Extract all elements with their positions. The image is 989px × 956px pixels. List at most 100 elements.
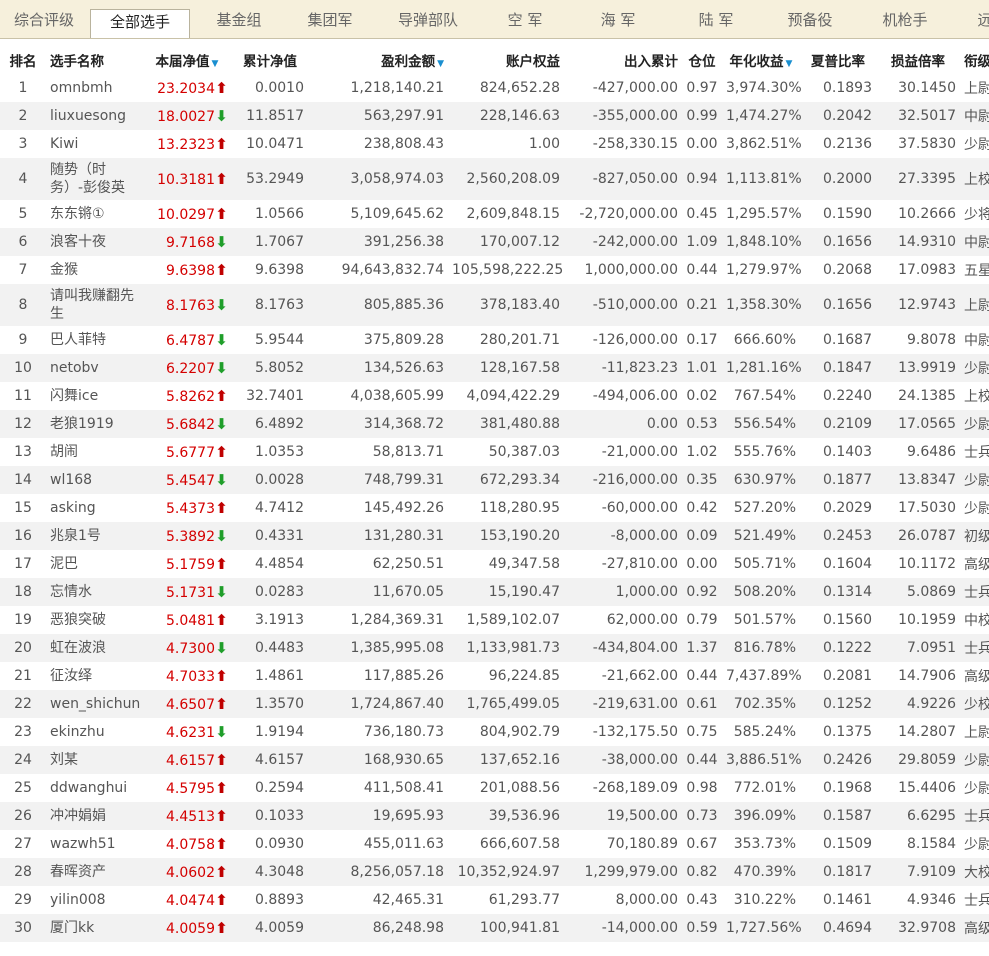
cell-name[interactable]: 泥巴 bbox=[46, 550, 142, 578]
cell-name[interactable]: 冲冲娟娟 bbox=[46, 802, 142, 830]
cell-name[interactable]: ekinzhu bbox=[46, 718, 142, 746]
cell-name[interactable]: 春晖资产 bbox=[46, 858, 142, 886]
cell-ratio: 27.3395 bbox=[876, 158, 960, 200]
cell-name[interactable]: 东东锵① bbox=[46, 200, 142, 228]
table-row[interactable]: 19 恶狼突破 5.0481⬆ 3.1913 1,284,369.31 1,589,102… bbox=[0, 606, 989, 634]
table-row[interactable]: 4 随势（时务）-彭俊英 10.3181⬆ 53.2949 3,058,974.03 2,… bbox=[0, 158, 989, 200]
table-row[interactable]: 6 浪客十夜 9.7168⬇ 1.7067 391,256.38 170,007.12 -2… bbox=[0, 228, 989, 256]
column-header-2[interactable]: 本届净值 ▼ bbox=[142, 46, 232, 74]
nav-value: 4.5795 bbox=[166, 781, 215, 797]
tab-2[interactable]: 基金组 bbox=[195, 0, 283, 38]
tab-6[interactable]: 海 军 bbox=[572, 0, 664, 38]
table-row[interactable]: 12 老狼1919 5.6842⬇ 6.4892 314,368.72 381,480.8… bbox=[0, 410, 989, 438]
cell-name[interactable]: 征汝绎 bbox=[46, 662, 142, 690]
cell-cum: 0.4483 bbox=[232, 634, 308, 662]
table-row[interactable]: 9 巴人菲特 6.4787⬇ 5.9544 375,809.28 280,201.71 -1… bbox=[0, 326, 989, 354]
table-row[interactable]: 18 忘情水 5.1731⬇ 0.0283 11,670.05 15,190.47 1,00… bbox=[0, 578, 989, 606]
table-row[interactable]: 23 ekinzhu 4.6231⬇ 1.9194 736,180.73 804,902.… bbox=[0, 718, 989, 746]
cell-name[interactable]: 闪舞ice bbox=[46, 382, 142, 410]
table-row[interactable]: 10 netobv 6.2207⬇ 5.8052 134,526.63 128,167.5… bbox=[0, 354, 989, 382]
table-row[interactable]: 20 虹在波浪 4.7300⬇ 0.4483 1,385,995.08 1,133,981… bbox=[0, 634, 989, 662]
cell-name[interactable]: asking bbox=[46, 494, 142, 522]
tab-3[interactable]: 集团军 bbox=[290, 0, 370, 38]
table-row[interactable]: 16 兆泉1号 5.3892⬇ 0.4331 131,280.31 153,190.20-… bbox=[0, 522, 989, 550]
tab-7[interactable]: 陆 军 bbox=[666, 0, 766, 38]
cell-cum: 0.0930 bbox=[255, 836, 304, 852]
sort-desc-icon[interactable]: ▼ bbox=[437, 59, 444, 69]
cell-cum: 1.9194 bbox=[255, 724, 304, 740]
sort-desc-icon[interactable]: ▼ bbox=[212, 59, 219, 69]
cell-ratio: 7.0951 bbox=[876, 634, 960, 662]
sort-desc-icon[interactable]: ▼ bbox=[786, 59, 793, 69]
table-row[interactable]: 14 wl168 5.4547⬇ 0.0028 748,799.31 672,293.34… bbox=[0, 466, 989, 494]
table-row[interactable]: 21 征汝绎 4.7033⬆ 1.4861 117,885.26 96,224.85 -21… bbox=[0, 662, 989, 690]
cell-name[interactable]: wen_shichun bbox=[46, 690, 142, 718]
cell-name[interactable]: 刘某 bbox=[46, 746, 142, 774]
cell-sharpe: 0.1314 bbox=[800, 578, 876, 606]
table-row[interactable]: 13 胡闹 5.6777⬆ 1.0353 58,813.71 50,387.03 -21,0… bbox=[0, 438, 989, 466]
cell-flow: -11,823.23 bbox=[564, 354, 682, 382]
table-row[interactable]: 26 冲冲娟娟 4.4513⬆ 0.1033 19,695.93 39,536.96 19,… bbox=[0, 802, 989, 830]
tab-10[interactable]: 远 bbox=[970, 0, 989, 38]
cell-name[interactable]: wazwh51 bbox=[46, 830, 142, 858]
cell-equity: 170,007.12 bbox=[448, 228, 564, 256]
cell-name[interactable]: liuxuesong bbox=[46, 102, 142, 130]
cell-name[interactable]: 恶狼突破 bbox=[46, 606, 142, 634]
cell-profit: 19,695.93 bbox=[308, 802, 448, 830]
cell-sharpe: 0.1604 bbox=[823, 556, 872, 572]
cell-name[interactable]: 兆泉1号 bbox=[46, 522, 142, 550]
table-row[interactable]: 28 春晖资产 4.0602⬆ 4.3048 8,256,057.18 10,352,92… bbox=[0, 858, 989, 886]
cell-equity: 137,652.16 bbox=[448, 746, 564, 774]
tab-1[interactable]: 全部选手 bbox=[90, 9, 190, 38]
table-row[interactable]: 8 请叫我赚翻先生 8.1763⬇ 8.1763 805,885.36 378,183.4… bbox=[0, 284, 989, 326]
cell-rank: 20 bbox=[0, 634, 46, 662]
table-row[interactable]: 15 asking 5.4373⬆ 4.7412 145,492.26 118,280.9… bbox=[0, 494, 989, 522]
table-row[interactable]: 30 厦门kk 4.0059⬆ 4.0059 86,248.98 100,941.81 -1… bbox=[0, 914, 989, 942]
table-row[interactable]: 5 东东锵① 10.0297⬆ 1.0566 5,109,645.62 2,609,848… bbox=[0, 200, 989, 228]
tab-9[interactable]: 机枪手 bbox=[864, 0, 946, 38]
cell-name[interactable]: 巴人菲特 bbox=[46, 326, 142, 354]
cell-name[interactable]: omnbmh bbox=[46, 74, 142, 102]
cell-name[interactable]: yilin008 bbox=[46, 886, 142, 914]
cell-name[interactable]: 浪客十夜 bbox=[46, 228, 142, 256]
cell-name[interactable]: 忘情水 bbox=[46, 578, 142, 606]
table-row[interactable]: 1 omnbmh 23.2034⬆ 0.0010 1,218,140.21 824,652… bbox=[0, 74, 989, 102]
cell-equity: 39,536.96 bbox=[448, 802, 564, 830]
cell-nav: 10.3181⬆ bbox=[142, 158, 232, 200]
cell-equity: 672,293.34 bbox=[448, 466, 564, 494]
table-row[interactable]: 17 泥巴 5.1759⬆ 4.4854 62,250.51 49,347.58 -27,8… bbox=[0, 550, 989, 578]
cell-name[interactable]: 胡闹 bbox=[46, 438, 142, 466]
tab-0[interactable]: 综合评级 bbox=[0, 0, 88, 38]
cell-name[interactable]: netobv bbox=[46, 354, 142, 382]
table-row[interactable]: 27 wazwh51 4.0758⬆ 0.0930 455,011.63 666,607.… bbox=[0, 830, 989, 858]
column-header-4[interactable]: 盈利金额 ▼ bbox=[308, 46, 448, 74]
cell-sharpe: 0.1252 bbox=[800, 690, 876, 718]
table-row[interactable]: 29 yilin008 4.0474⬆ 0.8893 42,465.31 61,293.7… bbox=[0, 886, 989, 914]
cell-name[interactable]: 请叫我赚翻先生 bbox=[46, 284, 142, 326]
cell-name[interactable]: wl168 bbox=[46, 466, 142, 494]
table-row[interactable]: 24 刘某 4.6157⬆ 4.6157 168,930.65 137,652.16 -38… bbox=[0, 746, 989, 774]
tab-5[interactable]: 空 军 bbox=[488, 0, 562, 38]
cell-rank_title: 上校 bbox=[964, 389, 989, 405]
cell-name[interactable]: 金猴 bbox=[46, 256, 142, 284]
cell-name[interactable]: Kiwi bbox=[46, 130, 142, 158]
cell-flow: -268,189.09 bbox=[592, 780, 678, 796]
arrow-down-icon: ⬇ bbox=[215, 415, 228, 433]
column-header-8[interactable]: 年化收益 ▼ bbox=[722, 46, 800, 74]
table-row[interactable]: 22 wen_shichun 4.6507⬆ 1.3570 1,724,867.40 1,… bbox=[0, 690, 989, 718]
cell-name[interactable]: 虹在波浪 bbox=[46, 634, 142, 662]
cell-name[interactable]: 随势（时务）-彭俊英 bbox=[46, 158, 142, 200]
tab-8[interactable]: 预备役 bbox=[766, 0, 854, 38]
table-row[interactable]: 2 liuxuesong 18.0027⬇ 11.8517 563,297.91 228,… bbox=[0, 102, 989, 130]
table-row[interactable]: 3 Kiwi 13.2323⬆ 10.0471 238,808.43 1.00 -258,3… bbox=[0, 130, 989, 158]
cell-equity: 228,146.63 bbox=[448, 102, 564, 130]
table-row[interactable]: 25 ddwanghui 4.5795⬆ 0.2594 411,508.41 201,08… bbox=[0, 774, 989, 802]
table-row[interactable]: 7 金猴 9.6398⬆ 9.6398 94,643,832.74 105,598,222… bbox=[0, 256, 989, 284]
cell-rank: 2 bbox=[0, 102, 46, 130]
table-row[interactable]: 11 闪舞ice 5.8262⬆ 32.7401 4,038,605.99 4,094,4… bbox=[0, 382, 989, 410]
cell-name[interactable]: ddwanghui bbox=[46, 774, 142, 802]
cell-name[interactable]: 厦门kk bbox=[46, 914, 142, 942]
cell-name[interactable]: 老狼1919 bbox=[46, 410, 142, 438]
tab-4[interactable]: 导弹部队 bbox=[378, 0, 478, 38]
cell-nav: 23.2034⬆ bbox=[142, 74, 232, 102]
